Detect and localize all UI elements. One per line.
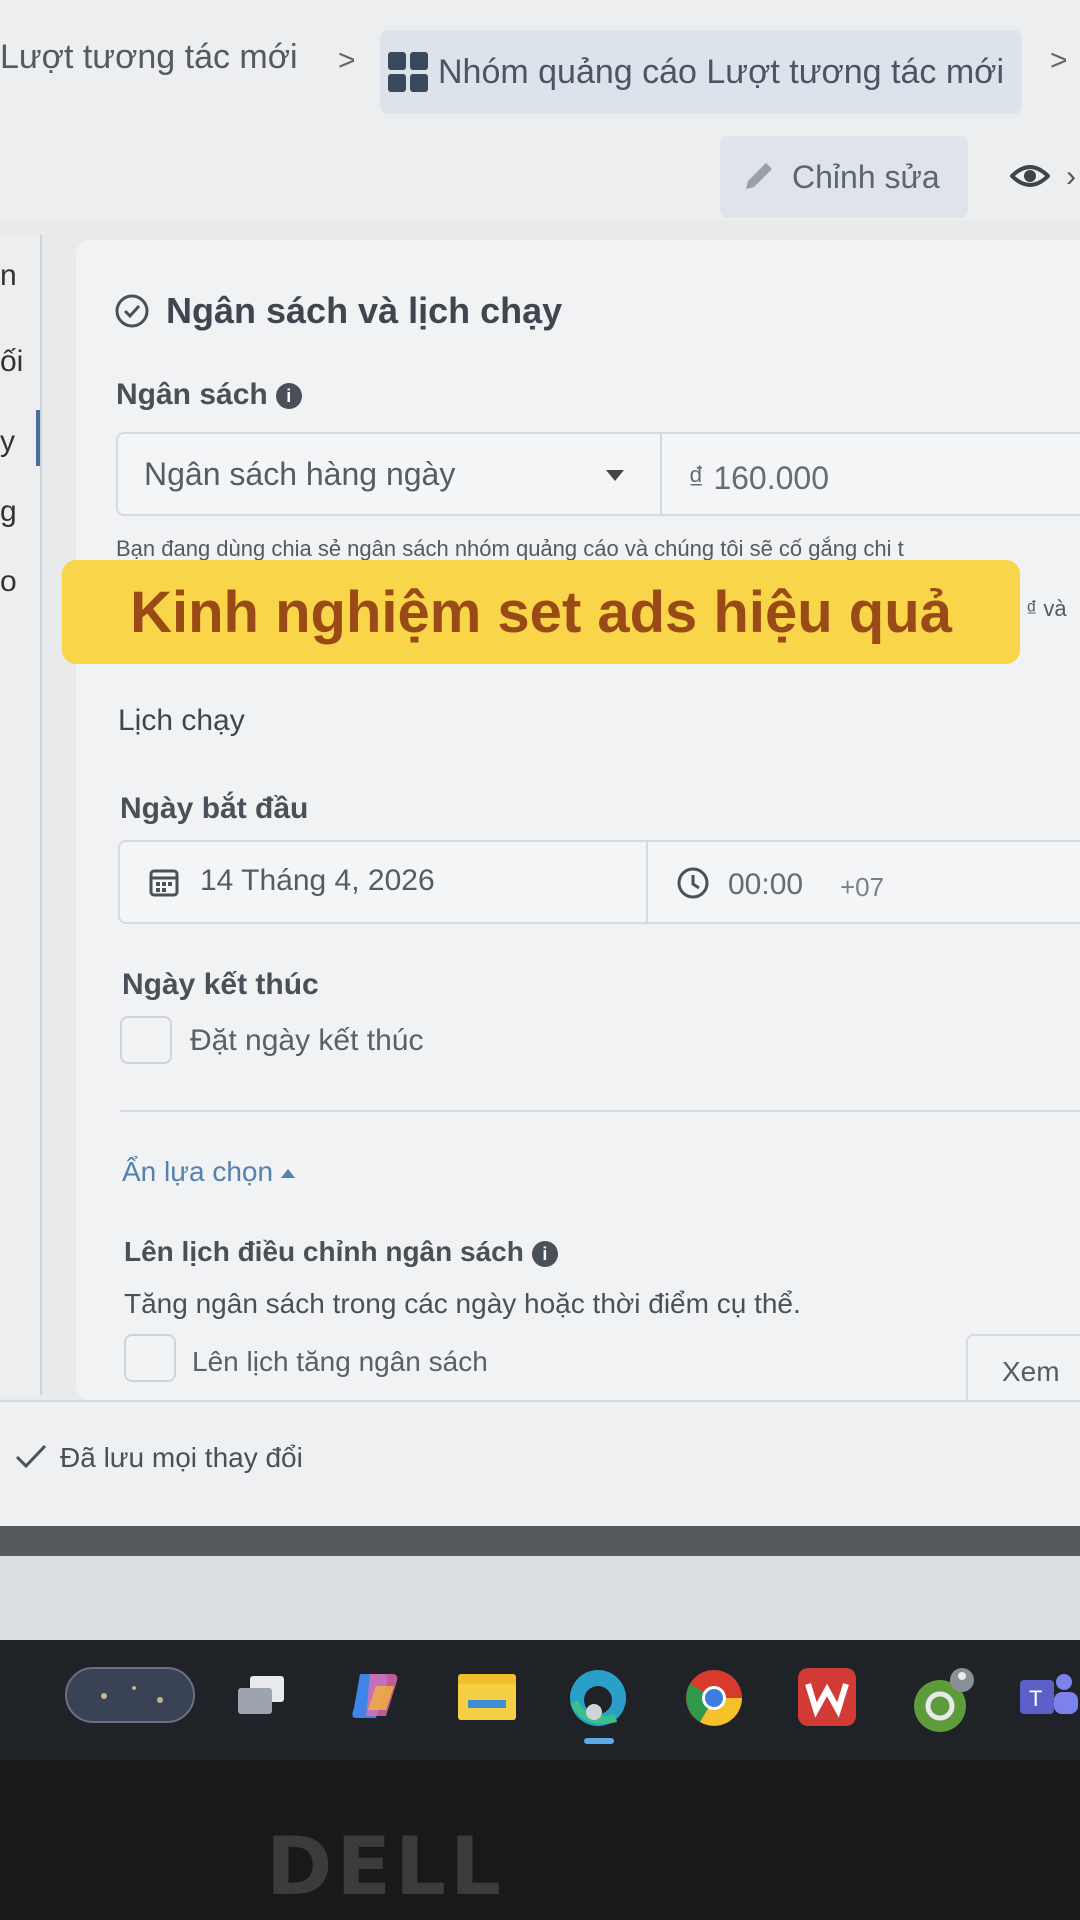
budget-amount-input[interactable]: ₫ 160.000 [688, 460, 829, 497]
left-nav-item[interactable]: y [0, 425, 15, 459]
divider [660, 434, 662, 514]
status-bar: Đã lưu mọi thay đổi [0, 1400, 1080, 1526]
chrome-icon[interactable] [682, 1666, 746, 1730]
view-button-label: Xem [1002, 1356, 1060, 1387]
pencil-icon [746, 163, 772, 189]
laptop-bezel [0, 1760, 1080, 1920]
active-app-indicator [584, 1738, 614, 1744]
copilot-icon[interactable] [346, 1666, 406, 1726]
end-date-checkbox-label[interactable]: Đặt ngày kết thúc [190, 1024, 423, 1058]
section-title: Ngân sách và lịch chạy [166, 290, 563, 331]
budget-label: Ngân sách i [116, 378, 302, 412]
increase-budget-checkbox[interactable] [124, 1334, 176, 1382]
toggle-options-link[interactable]: Ẩn lựa chọn [122, 1156, 296, 1188]
edge-icon[interactable] [566, 1666, 630, 1730]
file-explorer-icon[interactable] [454, 1666, 520, 1726]
section-header: Ngân sách và lịch chạy [114, 290, 562, 332]
budget-note-tail: ₫ và [1026, 596, 1067, 621]
caret-down-icon[interactable] [606, 470, 624, 481]
overlay-banner: Kinh nghiệm set ads hiệu quả [62, 560, 1020, 664]
active-nav-indicator [36, 410, 40, 466]
ad-group-grid-icon [388, 52, 428, 92]
budget-type-select[interactable]: Ngân sách hàng ngày [144, 456, 455, 493]
chevron-right-icon: > [338, 44, 356, 77]
timezone-label: +07 [840, 872, 885, 902]
adjust-budget-label-text: Lên lịch điều chỉnh ngân sách [124, 1236, 524, 1267]
eye-icon[interactable] [1010, 162, 1050, 190]
widgets-icon[interactable] [64, 1666, 196, 1724]
view-button[interactable]: Xem [966, 1334, 1080, 1406]
clock-icon [677, 867, 709, 899]
left-nav: n ối y g o [0, 235, 42, 1395]
calendar-icon [149, 869, 179, 897]
divider [120, 1110, 1080, 1112]
window-edge [0, 1526, 1080, 1556]
toggle-options-label: Ẩn lựa chọn [122, 1156, 274, 1187]
adjust-budget-description: Tăng ngân sách trong các ngày hoặc thời … [124, 1288, 801, 1319]
edit-button[interactable]: Chỉnh sửa [720, 136, 968, 218]
dell-logo: DELL [266, 1820, 506, 1913]
task-view-icon[interactable] [232, 1666, 292, 1726]
left-nav-item[interactable]: ối [0, 345, 23, 379]
adjust-budget-label: Lên lịch điều chỉnh ngân sách i [124, 1236, 558, 1268]
info-icon[interactable]: i [275, 383, 302, 410]
end-date-label: Ngày kết thúc [122, 968, 319, 1001]
banner-text: Kinh nghiệm set ads hiệu quả [130, 579, 952, 645]
breadcrumb-ad-group[interactable]: Nhóm quảng cáo Lượt tương tác mới [380, 30, 1022, 114]
window-footer [0, 1556, 1080, 1640]
saved-status: Đã lưu mọi thay đổi [60, 1442, 303, 1473]
left-nav-item[interactable]: g [0, 495, 17, 529]
increase-budget-checkbox-label[interactable]: Lên lịch tăng ngân sách [192, 1346, 488, 1378]
left-nav-item[interactable]: n [0, 259, 17, 293]
top-bar: Lượt tương tác mới > Nhóm quảng cáo Lượt… [0, 0, 1080, 220]
svg-text:T: T [1029, 1686, 1042, 1711]
teams-icon[interactable]: T [1018, 1666, 1080, 1728]
windows-taskbar: T [0, 1640, 1080, 1760]
wps-office-icon[interactable] [796, 1666, 858, 1728]
schedule-label: Lịch chạy [118, 704, 245, 737]
app-screen: Lượt tương tác mới > Nhóm quảng cáo Lượt… [0, 0, 1080, 1640]
edit-button-label: Chỉnh sửa [792, 158, 940, 195]
chevron-right-icon[interactable]: › [1066, 160, 1076, 194]
checkmark-icon [15, 1444, 47, 1469]
end-date-checkbox[interactable] [120, 1016, 172, 1064]
breadcrumb-campaign[interactable]: Lượt tương tác mới [0, 38, 298, 77]
budget-row: Ngân sách hàng ngày ₫ 160.000 [116, 432, 1080, 516]
start-date-row: 14 Tháng 4, 2026 00:00 +07 [118, 840, 1080, 924]
start-time-input[interactable]: 00:00 [728, 868, 803, 902]
start-date-label: Ngày bắt đầu [120, 792, 309, 825]
chevron-right-icon: > [1050, 44, 1068, 77]
breadcrumb-ad-group-label: Nhóm quảng cáo Lượt tương tác mới [438, 52, 1004, 91]
left-nav-item[interactable]: o [0, 565, 17, 599]
info-icon[interactable]: i [531, 1240, 558, 1267]
caret-up-icon [281, 1169, 296, 1179]
check-circle-icon [115, 294, 149, 328]
budget-label-text: Ngân sách [116, 378, 268, 411]
phone-link-icon[interactable] [906, 1666, 976, 1736]
start-date-input[interactable]: 14 Tháng 4, 2026 [200, 864, 435, 898]
budget-note: Bạn đang dùng chia sẻ ngân sách nhóm quả… [116, 536, 904, 561]
divider [646, 842, 648, 922]
